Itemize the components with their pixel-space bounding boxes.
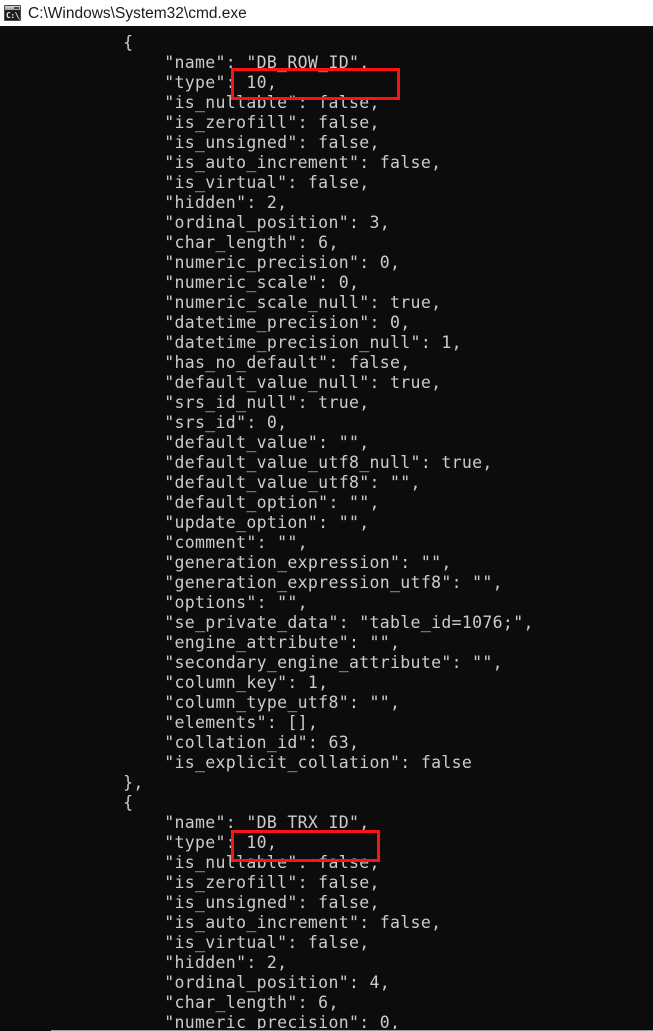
window-title-bar[interactable]: C:\_ C:\Windows\System32\cmd.exe xyxy=(0,0,653,27)
icon-prompt-glyph: C:\_ xyxy=(6,11,20,20)
console-output-area[interactable]: { "name": "DB_ROW_ID", "type": 10, "is_n… xyxy=(0,27,653,1030)
console-text: { "name": "DB_ROW_ID", "type": 10, "is_n… xyxy=(123,33,534,1030)
cmd-console-icon: C:\_ xyxy=(4,5,21,21)
window-title-text: C:\Windows\System32\cmd.exe xyxy=(28,4,247,22)
cmd-console-window: C:\_ C:\Windows\System32\cmd.exe { "name… xyxy=(0,0,653,1031)
